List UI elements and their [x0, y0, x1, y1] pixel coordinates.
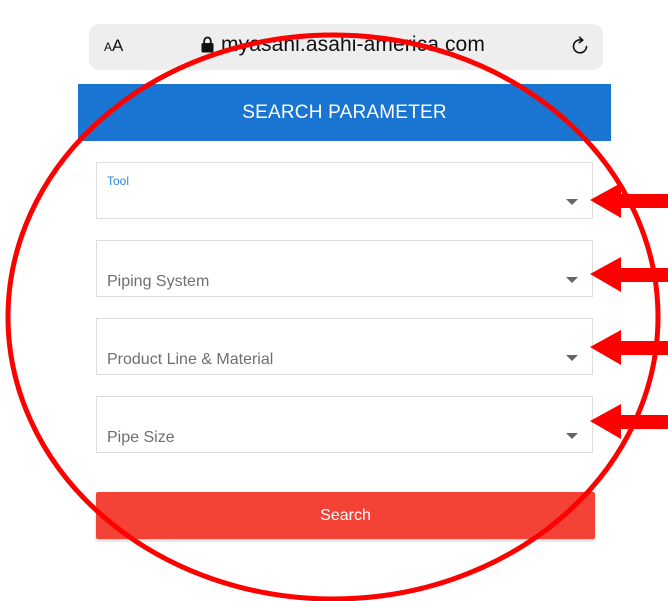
piping-system-placeholder: Piping System	[107, 273, 210, 290]
annotation-arrow-icon	[590, 183, 668, 218]
tool-label: Tool	[107, 174, 130, 188]
pipe-size-placeholder: Pipe Size	[107, 429, 175, 446]
annotation-arrow-icon	[590, 330, 668, 365]
chevron-down-icon[interactable]	[566, 277, 578, 283]
search-button[interactable]: Search	[96, 492, 595, 539]
chevron-down-icon[interactable]	[566, 355, 578, 361]
chevron-down-icon[interactable]	[566, 433, 578, 439]
annotation-arrow-icon	[590, 404, 668, 439]
annotation-arrow-icon	[590, 257, 668, 292]
search-parameter-header: SEARCH PARAMETER	[78, 84, 611, 141]
lock-icon	[201, 36, 214, 53]
tool-select[interactable]: Tool	[96, 162, 593, 219]
product-line-material-placeholder: Product Line & Material	[107, 351, 274, 368]
text-size-button[interactable]: AA	[104, 36, 123, 56]
reload-icon[interactable]	[569, 35, 591, 57]
product-line-material-select[interactable]: Product Line & Material	[96, 318, 593, 375]
url-domain[interactable]: myasahi.asahi-america.com	[221, 33, 485, 57]
piping-system-select[interactable]: Piping System	[96, 240, 593, 297]
chevron-down-icon[interactable]	[566, 199, 578, 205]
pipe-size-select[interactable]: Pipe Size	[96, 396, 593, 453]
address-bar[interactable]: AA myasahi.asahi-america.com	[89, 24, 603, 70]
